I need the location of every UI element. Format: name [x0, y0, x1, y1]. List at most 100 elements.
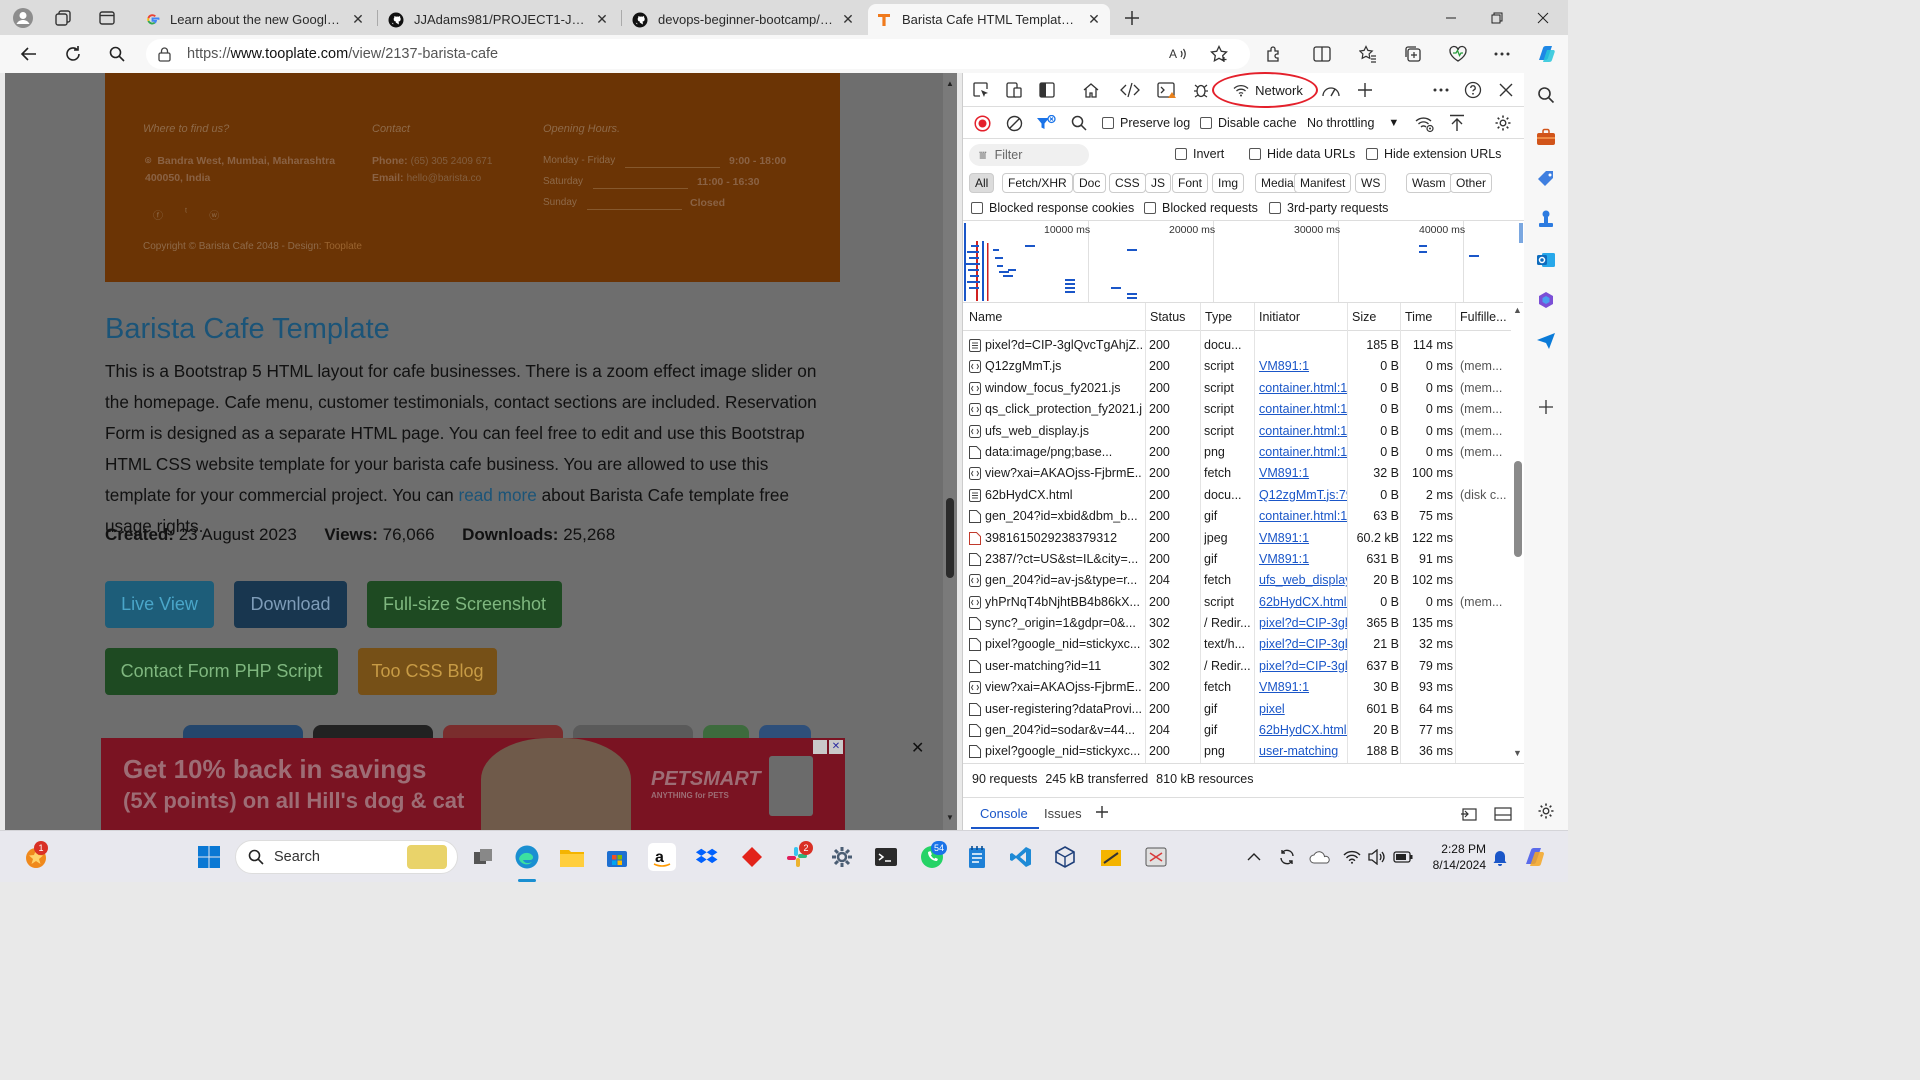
dock-side-icon[interactable] — [1035, 78, 1059, 102]
show-hidden-icons[interactable] — [1240, 843, 1268, 871]
tab-github-project[interactable]: JJAdams981/PROJECT1-JJADAMS ✕ — [380, 4, 618, 35]
collections-icon[interactable] — [1398, 39, 1428, 69]
too-css-blog-button[interactable]: Too CSS Blog — [358, 648, 497, 695]
close-devtools-icon[interactable] — [1494, 78, 1518, 102]
type-filter-js[interactable]: JS — [1145, 173, 1172, 193]
request-name[interactable]: window_focus_fy2021.js — [985, 381, 1142, 395]
request-row[interactable]: yhPrNqT4bNjhtBB4b86kX... 200 script 62bHydC… — [963, 592, 1511, 613]
close-tab-icon[interactable]: ✕ — [840, 11, 856, 28]
hide-data-urls-checkbox[interactable]: Hide data URLs — [1249, 147, 1355, 161]
favorites-icon[interactable] — [1353, 39, 1383, 69]
request-initiator-link[interactable]: pixel?d=CIP-3gl — [1259, 659, 1347, 673]
request-row[interactable]: user-matching?id=11 302 / Redir... pixel?d=… — [963, 656, 1511, 677]
new-tab-icon[interactable] — [1117, 3, 1147, 33]
close-drawer-icon[interactable] — [1494, 806, 1512, 822]
request-initiator-link[interactable]: user-matching — [1259, 744, 1347, 758]
share-button[interactable] — [759, 725, 811, 739]
read-more-link[interactable]: read more — [458, 485, 536, 505]
share-button[interactable] — [183, 725, 303, 739]
request-row[interactable]: user-registering?dataProvi... 200 gif pixel… — [963, 699, 1511, 720]
undock-drawer-icon[interactable] — [1460, 806, 1478, 822]
blocked-cookies-checkbox[interactable]: Blocked response cookies — [971, 201, 1134, 215]
tooplate-link[interactable]: Tooplate — [324, 241, 362, 252]
type-filter-fetch-xhr[interactable]: Fetch/XHR — [1002, 173, 1073, 193]
ad-choices[interactable]: ✕ — [813, 740, 843, 754]
request-name[interactable]: data:image/png;base... — [985, 445, 1142, 459]
download-button[interactable]: Download — [234, 581, 347, 628]
taskbar-search-box[interactable]: Search — [235, 840, 458, 874]
request-row[interactable]: pixel?google_nid=stickyxc... 302 text/h...… — [963, 634, 1511, 655]
network-settings-icon[interactable] — [1491, 111, 1515, 135]
file-explorer-icon[interactable] — [558, 843, 586, 871]
request-initiator-link[interactable]: container.html:1 — [1259, 445, 1347, 459]
record-icon[interactable] — [970, 111, 994, 135]
throttling-select[interactable]: No throttling ▼ — [1307, 116, 1399, 130]
request-name[interactable]: pixel?google_nid=stickyxc... — [985, 637, 1142, 651]
task-view-icon[interactable] — [469, 843, 497, 871]
column-initiator[interactable]: Initiator — [1259, 310, 1300, 324]
ad-close-icon[interactable]: ✕ — [829, 740, 843, 754]
console-tab-icon[interactable] — [1155, 78, 1179, 102]
clear-log-icon[interactable] — [1002, 111, 1026, 135]
request-name[interactable]: view?xai=AKAOjss-FjbrmE... — [985, 466, 1142, 480]
request-initiator-link[interactable]: container.html:1 — [1259, 381, 1347, 395]
import-har-icon[interactable] — [1445, 111, 1469, 135]
close-tab-icon[interactable]: ✕ — [1086, 11, 1102, 28]
request-name[interactable]: gen_204?id=xbid&dbm_b... — [985, 509, 1142, 523]
request-name[interactable]: view?xai=AKAOjss-FjbrmE... — [985, 680, 1142, 694]
request-name[interactable]: user-registering?dataProvi... — [985, 702, 1142, 716]
settings-more-icon[interactable] — [1487, 39, 1517, 69]
performance-tab-icon[interactable] — [1319, 78, 1343, 102]
request-row[interactable]: 3981615029238379312 200 jpeg VM891:1 60.2 kB… — [963, 528, 1511, 549]
request-name[interactable]: sync?_origin=1&gdpr=0&... — [985, 616, 1142, 630]
tab-barista-cafe[interactable]: Barista Cafe HTML Template by T ✕ — [868, 4, 1110, 35]
request-row[interactable]: window_focus_fy2021.js 200 script container… — [963, 378, 1511, 399]
page-scrollbar[interactable]: ▲ ▼ — [943, 73, 957, 830]
battery-icon[interactable] — [1389, 843, 1417, 871]
request-name[interactable]: ufs_web_display.js — [985, 424, 1142, 438]
outlook-icon[interactable] — [1534, 248, 1558, 272]
restore-icon[interactable] — [1474, 0, 1520, 35]
invert-checkbox[interactable]: Invert — [1175, 147, 1224, 161]
m365-icon[interactable] — [1534, 288, 1558, 312]
drawer-add-icon[interactable] — [1095, 805, 1109, 819]
request-row[interactable]: Q12zgMmT.js 200 script VM891:1 0 B 0 ms (mem..… — [963, 356, 1511, 377]
sidebar-search-icon[interactable] — [1534, 83, 1558, 107]
notifications-bell-icon[interactable] — [1486, 843, 1514, 871]
request-row[interactable]: gen_204?id=sodar&v=44... 204 gif 62bHydCX.h… — [963, 720, 1511, 741]
third-party-checkbox[interactable]: 3rd-party requests — [1269, 201, 1388, 215]
request-initiator-link[interactable]: pixel?d=CIP-3gl — [1259, 637, 1347, 651]
elements-tab-icon[interactable] — [1118, 78, 1142, 102]
column-size[interactable]: Size — [1352, 310, 1376, 324]
sidebar-settings-icon[interactable] — [1534, 799, 1558, 823]
request-row[interactable]: gen_204?id=xbid&dbm_b... 200 gif container.… — [963, 506, 1511, 527]
request-name[interactable]: gen_204?id=sodar&v=44... — [985, 723, 1142, 737]
filter-toggle-icon[interactable] — [1034, 111, 1058, 135]
type-filter-wasm[interactable]: Wasm — [1406, 173, 1452, 193]
volume-icon[interactable] — [1363, 843, 1391, 871]
full-size-screenshot-button[interactable]: Full-size Screenshot — [367, 581, 562, 628]
windows-start-icon[interactable] — [195, 843, 223, 871]
column-status[interactable]: Status — [1150, 310, 1185, 324]
request-initiator-link[interactable]: VM891:1 — [1259, 552, 1347, 566]
share-button[interactable] — [573, 725, 693, 739]
filter-input[interactable]: ⩸ Filter — [969, 144, 1089, 166]
welcome-home-icon[interactable] — [1079, 78, 1103, 102]
request-name[interactable]: 3981615029238379312 — [985, 531, 1142, 545]
onedrive-icon[interactable] — [1306, 843, 1334, 871]
devtools-more-icon[interactable] — [1429, 78, 1453, 102]
minimize-icon[interactable] — [1428, 0, 1474, 35]
facebook-icon[interactable]: ⓕ — [153, 207, 163, 222]
network-conditions-icon[interactable] — [1413, 112, 1437, 136]
preserve-log-checkbox[interactable]: Preserve log — [1102, 116, 1190, 130]
share-button[interactable] — [313, 725, 433, 739]
vscode-icon[interactable] — [1007, 843, 1035, 871]
tag-icon[interactable] — [1534, 167, 1558, 191]
request-row[interactable]: data:image/png;base... 200 png container.ht… — [963, 442, 1511, 463]
type-filter-css[interactable]: CSS — [1109, 173, 1146, 193]
extensions-icon[interactable] — [1259, 39, 1289, 69]
search-network-icon[interactable] — [1067, 111, 1091, 135]
system-clock[interactable]: 2:28 PM 8/14/2024 — [1432, 841, 1486, 873]
wifi-status-icon[interactable] — [1338, 843, 1366, 871]
type-filter-all[interactable]: All — [969, 173, 995, 193]
